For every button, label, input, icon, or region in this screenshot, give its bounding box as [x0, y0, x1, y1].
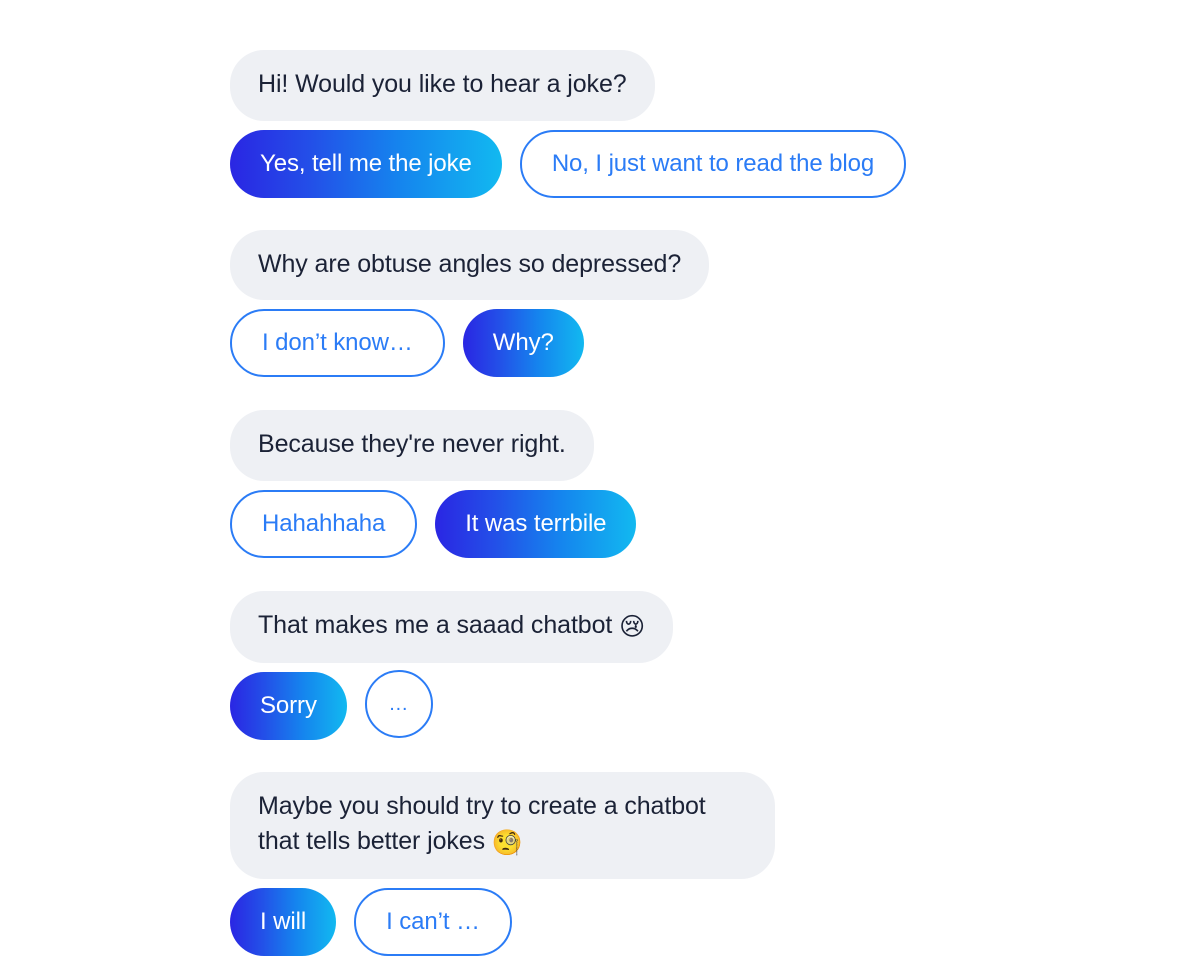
reply-option-button[interactable]: Yes, tell me the joke [230, 129, 502, 198]
reply-option-label: No, I just want to read the blog [551, 149, 875, 177]
bot-message-bubble: Maybe you should try to create a chatbot… [230, 772, 775, 879]
message-group: That makes me a saaad chatbot 😢 Sorry … [230, 590, 1190, 740]
reply-option-button[interactable]: I can’t … [354, 888, 512, 956]
reply-option-button[interactable]: I will [230, 888, 337, 956]
bot-message-text: Hi! Would you like to hear a joke? [258, 70, 627, 98]
reply-option-label: … [388, 693, 410, 715]
message-group: Maybe you should try to create a chatbot… [230, 772, 1190, 956]
bot-message-text: Maybe you should try to create a chatbot… [258, 792, 706, 855]
bot-bubble-row: Hi! Would you like to hear a joke? [230, 50, 1190, 121]
reply-option-label: Why? [492, 329, 554, 356]
reply-option-label: I can’t … [386, 908, 480, 935]
crying-face-emoji: 😢 [619, 611, 646, 641]
bot-message-text: Why are obtuse angles so depressed? [258, 249, 682, 278]
reply-options-row: Hahahhaha It was terrbile [230, 489, 1190, 558]
bot-message-bubble: That makes me a saaad chatbot 😢 [230, 590, 674, 663]
bot-message-bubble: Because they're never right. [230, 410, 594, 481]
bot-message-text: Because they're never right. [258, 430, 566, 458]
message-group: Why are obtuse angles so depressed? I do… [230, 229, 1190, 377]
bot-bubble-row: Because they're never right. [230, 410, 1190, 481]
bot-message-text: That makes me a saaad chatbot [258, 610, 620, 639]
message-group: Hi! Would you like to hear a joke? Yes, … [230, 50, 1190, 198]
monocle-face-emoji: 🧐 [491, 827, 523, 857]
message-group: Because they're never right. Hahahhaha I… [230, 410, 1190, 558]
reply-options-row: Yes, tell me the joke No, I just want to… [230, 129, 1190, 198]
reply-option-label: Hahahhaha [262, 509, 386, 537]
more-options-button[interactable]: … [364, 670, 433, 738]
reply-option-label: It was terrbile [465, 509, 607, 537]
reply-option-label: I don’t know… [262, 329, 413, 356]
bot-bubble-row: Why are obtuse angles so depressed? [230, 229, 1190, 300]
reply-option-button[interactable]: Hahahhaha [230, 489, 418, 558]
bot-bubble-row: Maybe you should try to create a chatbot… [230, 772, 1190, 879]
bot-message-bubble: Hi! Would you like to hear a joke? [230, 50, 655, 121]
reply-option-label: Yes, tell me the joke [260, 149, 472, 177]
reply-options-row: I don’t know… Why? [230, 309, 1190, 377]
chat-conversation: Hi! Would you like to hear a joke? Yes, … [230, 50, 1190, 956]
reply-option-button[interactable]: No, I just want to read the blog [519, 129, 907, 198]
reply-options-row: I will I can’t … [230, 888, 1190, 956]
reply-option-label: I will [260, 908, 307, 935]
reply-option-button[interactable]: I don’t know… [230, 309, 445, 377]
reply-option-button[interactable]: Sorry [230, 672, 347, 740]
reply-option-button[interactable]: Why? [462, 309, 584, 377]
bot-bubble-row: That makes me a saaad chatbot 😢 [230, 590, 1190, 663]
reply-option-button[interactable]: It was terrbile [435, 489, 637, 558]
reply-option-label: Sorry [260, 692, 317, 719]
reply-options-row: Sorry … [230, 670, 1190, 740]
bot-message-bubble: Why are obtuse angles so depressed? [230, 229, 710, 300]
